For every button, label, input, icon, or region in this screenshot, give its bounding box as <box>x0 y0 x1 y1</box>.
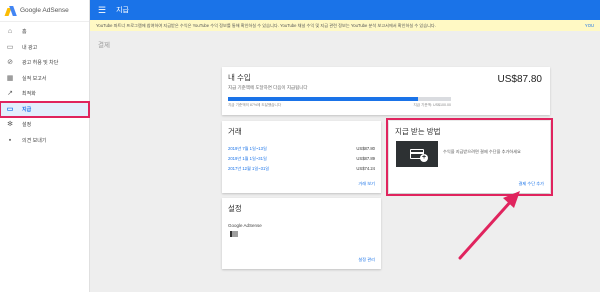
home-icon: ⌂ <box>7 28 13 36</box>
ads-icon: ▭ <box>6 43 14 51</box>
notice-banner: YouTube 파트너 프로그램에 참여하여 지급받은 수익은 YouTube … <box>90 20 600 31</box>
sidebar-item-label: 광고 허용 및 차단 <box>22 60 59 67</box>
table-row[interactable]: 2019년 7월 1일~13일 US$87.80 <box>228 146 375 152</box>
transaction-date[interactable]: 2019년 7월 1일~13일 <box>228 146 267 152</box>
transaction-amount: US$87.80 <box>356 146 375 151</box>
sidebar: Google AdSense ⌂ 홈 ▭ 내 광고 ⊘ 광고 허용 및 차단 ▦… <box>0 0 90 292</box>
block-icon: ⊘ <box>7 59 13 67</box>
income-subtitle: 지급 기준액에 도달하면 다음이 지급됩니다 <box>228 85 308 90</box>
threshold-progress-bar <box>228 97 451 101</box>
page-title: 지급 <box>116 7 129 14</box>
sidebar-item-label: 설정 <box>22 122 32 129</box>
transactions-card: 거래 2019년 7월 1일~13일 US$87.80 2019년 1월 1일~… <box>222 121 381 193</box>
account-chip-icon <box>230 231 238 237</box>
threshold-progress-fill <box>228 97 418 101</box>
top-bar: ☰ 지급 <box>90 0 600 20</box>
income-amount: US$87.80 <box>497 74 542 85</box>
settings-title: 설정 <box>228 204 242 213</box>
transaction-date[interactable]: 2017년 12월 1일~31일 <box>228 166 269 172</box>
feedback-icon: ▪ <box>8 136 12 144</box>
optimize-icon: ↗ <box>7 90 13 98</box>
sidebar-item-label: 실적 보고서 <box>22 75 47 82</box>
payments-icon: ▭ <box>6 105 14 113</box>
sidebar-item-label: 내 광고 <box>22 44 38 51</box>
report-icon: ▦ <box>6 74 14 82</box>
sidebar-item-feedback[interactable]: ▪ 의견 보내기 <box>0 133 89 149</box>
payment-method-title: 지급 받는 방법 <box>395 127 441 136</box>
progress-right-label: 지급 기준액: US$100.00 <box>413 103 451 107</box>
manage-settings-link[interactable]: 설정 관리 <box>358 257 375 263</box>
transaction-date[interactable]: 2019년 1월 1일~31일 <box>228 156 267 162</box>
sidebar-item-reports[interactable]: ▦ 실적 보고서 <box>0 71 89 87</box>
income-card: 내 수입 지급 기준액에 도달하면 다음이 지급됩니다 US$87.80 지급 … <box>222 67 550 115</box>
plus-icon: + <box>420 154 428 162</box>
table-row[interactable]: 2017년 12월 1일~31일 US$74.24 <box>228 166 375 172</box>
account-name: Google AdSense <box>228 223 262 228</box>
sidebar-item-allow-block[interactable]: ⊘ 광고 허용 및 차단 <box>0 55 89 71</box>
sidebar-item-my-ads[interactable]: ▭ 내 광고 <box>0 40 89 56</box>
credit-card-add-icon: + <box>410 149 428 162</box>
sidebar-item-label: 의견 보내기 <box>22 137 47 144</box>
section-header: 결제 <box>90 31 600 57</box>
table-row[interactable]: 2019년 1월 1일~31일 US$87.89 <box>228 156 375 162</box>
payment-method-description: 수익을 지급받으려면 결제 수단을 추가하세요 <box>443 149 521 154</box>
progress-left-label: 지급 기준액의 87%에 도달했습니다 <box>228 103 282 107</box>
sidebar-item-label: 홈 <box>22 29 27 36</box>
settings-card: 설정 Google AdSense 설정 관리 <box>222 198 381 269</box>
sidebar-item-label: 지급 <box>22 106 32 113</box>
gear-icon: ✻ <box>7 121 13 129</box>
section-title: 결제 <box>98 42 110 49</box>
transaction-amount: US$74.24 <box>356 166 375 171</box>
payment-card-graphic: + <box>396 141 438 167</box>
adsense-logo-icon <box>4 5 17 16</box>
sidebar-item-payments[interactable]: ▭ 지급 <box>0 100 90 118</box>
sidebar-item-label: 최적화 <box>22 91 36 98</box>
payment-method-card: 지급 받는 방법 + 수익을 지급받으려면 결제 수단을 추가하세요 결제 수단… <box>386 118 553 196</box>
add-payment-method-link[interactable]: 결제 수단 추가 <box>519 181 544 187</box>
notice-text: YouTube 파트너 프로그램에 참여하여 지급받은 수익은 YouTube … <box>96 22 436 28</box>
sidebar-item-settings[interactable]: ✻ 설정 <box>0 117 89 133</box>
sidebar-item-home[interactable]: ⌂ 홈 <box>0 24 89 40</box>
progress-labels: 지급 기준액의 87%에 도달했습니다 지급 기준액: US$100.00 <box>228 103 451 108</box>
notice-link[interactable]: YOU <box>585 23 594 28</box>
brand[interactable]: Google AdSense <box>0 0 89 22</box>
view-transactions-link[interactable]: 거래 보기 <box>358 181 375 187</box>
sidebar-item-optimize[interactable]: ↗ 최적화 <box>0 86 89 102</box>
sidebar-nav: ⌂ 홈 ▭ 내 광고 ⊘ 광고 허용 및 차단 ▦ 실적 보고서 ↗ 최적화 ▭… <box>0 24 90 149</box>
transactions-title: 거래 <box>228 127 242 136</box>
transaction-amount: US$87.89 <box>356 156 375 161</box>
brand-name: Google AdSense <box>20 7 69 14</box>
menu-icon[interactable]: ☰ <box>98 5 106 15</box>
